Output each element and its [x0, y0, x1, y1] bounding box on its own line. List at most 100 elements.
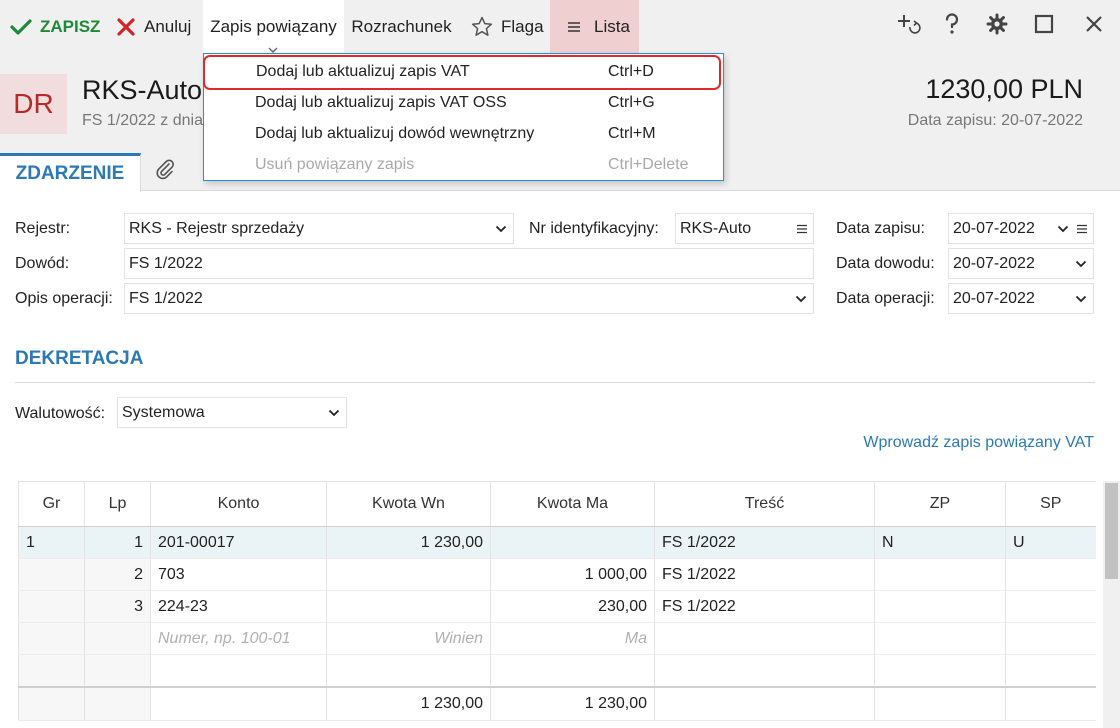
settlement-label: Rozrachunek	[351, 16, 452, 36]
proof-field[interactable]: FS 1/2022	[124, 248, 814, 279]
cell-debit[interactable]	[326, 590, 491, 623]
account-input[interactable]: Numer, np. 100-01	[150, 622, 327, 655]
proof-date-field[interactable]: 20-07-2022	[948, 248, 1094, 279]
tab-event[interactable]: ZDARZENIE	[0, 153, 141, 192]
column-header-gr[interactable]: Gr	[18, 481, 85, 527]
cell-gr[interactable]: 1	[18, 526, 85, 559]
cell-lp	[84, 685, 151, 721]
flag-button[interactable]: Flaga	[459, 0, 550, 53]
cell-sp[interactable]	[1005, 622, 1096, 655]
cell-zp[interactable]: N	[874, 526, 1006, 559]
linked-record-button[interactable]: Zapis powiązany	[203, 0, 344, 53]
cell-lp[interactable]: 3	[84, 590, 151, 623]
operation-date-label: Data operacji:	[836, 290, 935, 307]
operation-date-field[interactable]: 20-07-2022	[948, 283, 1094, 314]
cell-debit	[326, 654, 491, 687]
add-linked-icon	[895, 12, 921, 41]
list-icon[interactable]	[1071, 224, 1093, 234]
star-icon	[471, 16, 493, 37]
cell-gr	[18, 654, 85, 687]
column-header-content[interactable]: Treść	[654, 481, 875, 527]
table-header-row: Gr Lp Konto Kwota Wn Kwota Ma Treść ZP S…	[18, 481, 1096, 527]
cell-content[interactable]: FS 1/2022	[654, 590, 875, 623]
menu-item-add-internal-proof[interactable]: Dodaj lub aktualizuj dowód wewnętrzny Ct…	[204, 119, 723, 150]
column-header-zp[interactable]: ZP	[874, 481, 1006, 527]
currency-value: Systemowa	[122, 403, 205, 421]
cell-zp[interactable]	[874, 590, 1006, 623]
cell-debit[interactable]: 1 230,00	[326, 526, 491, 559]
id-number-field[interactable]: RKS-Auto	[675, 213, 814, 244]
column-header-lp[interactable]: Lp	[84, 481, 151, 527]
vertical-scrollbar[interactable]	[1103, 481, 1120, 728]
cell-content[interactable]	[654, 622, 875, 655]
table-row[interactable]: 3 224-23 230,00 FS 1/2022	[18, 590, 1096, 623]
maximize-button[interactable]	[1020, 0, 1068, 53]
register-select[interactable]: RKS - Rejestr sprzedaży	[124, 213, 514, 244]
cell-lp[interactable]	[84, 622, 151, 655]
add-linked-button[interactable]	[884, 0, 932, 53]
cell-gr[interactable]	[18, 590, 85, 623]
debit-input[interactable]: Winien	[326, 622, 491, 655]
list-icon[interactable]	[791, 224, 813, 234]
column-header-debit[interactable]: Kwota Wn	[326, 481, 491, 527]
cell-gr	[18, 685, 85, 721]
menu-item-add-vat-oss-record[interactable]: Dodaj lub aktualizuj zapis VAT OSS Ctrl+…	[204, 88, 723, 119]
scrollbar-thumb[interactable]	[1105, 483, 1118, 579]
section-divider	[15, 382, 1095, 383]
column-header-sp[interactable]: SP	[1005, 481, 1096, 527]
cell-zp[interactable]	[874, 558, 1006, 591]
settings-button[interactable]	[973, 0, 1021, 53]
description-select[interactable]: FS 1/2022	[124, 283, 814, 314]
cell-account	[150, 654, 327, 687]
new-entry-row[interactable]: Numer, np. 100-01 Winien Ma	[18, 622, 1096, 655]
save-button[interactable]: ZAPISZ	[0, 0, 107, 53]
check-icon	[10, 18, 32, 36]
chevron-down-icon[interactable]	[1069, 295, 1093, 303]
cell-debit[interactable]	[326, 558, 491, 591]
menu-item-shortcut: Ctrl+G	[608, 94, 655, 111]
cell-lp[interactable]: 2	[84, 558, 151, 591]
column-header-credit[interactable]: Kwota Ma	[490, 481, 655, 527]
cell-content[interactable]: FS 1/2022	[654, 558, 875, 591]
cell-credit	[490, 654, 655, 687]
list-label: Lista	[594, 16, 630, 36]
list-button[interactable]: Lista	[550, 0, 639, 53]
cell-content[interactable]: FS 1/2022	[654, 526, 875, 559]
table-row[interactable]: 2 703 1 000,00 FS 1/2022	[18, 558, 1096, 591]
cell-account[interactable]: 703	[150, 558, 327, 591]
cell-sp[interactable]: U	[1005, 526, 1096, 559]
chevron-down-icon	[789, 295, 813, 303]
cell-sp[interactable]	[1005, 590, 1096, 623]
cell-lp[interactable]: 1	[84, 526, 151, 559]
column-header-account[interactable]: Konto	[150, 481, 327, 527]
cancel-button[interactable]: Anuluj	[107, 0, 203, 53]
cell-sp[interactable]	[1005, 558, 1096, 591]
vat-linked-record-link[interactable]: Wprowadź zapis powiązany VAT	[863, 434, 1094, 452]
settlement-button[interactable]: Rozrachunek	[344, 0, 459, 53]
cell-gr[interactable]	[18, 622, 85, 655]
help-button[interactable]	[928, 0, 976, 53]
help-icon	[944, 13, 960, 40]
cell-credit[interactable]	[490, 526, 655, 559]
cell-credit[interactable]: 1 000,00	[490, 558, 655, 591]
close-window-button[interactable]	[1070, 0, 1118, 53]
menu-item-add-vat-record[interactable]: Dodaj lub aktualizuj zapis VAT Ctrl+D	[203, 55, 721, 90]
tab-attachments[interactable]	[150, 158, 180, 186]
description-label: Opis operacji:	[15, 290, 113, 307]
credit-input[interactable]: Ma	[490, 622, 655, 655]
chevron-down-icon[interactable]	[1069, 260, 1093, 268]
cell-account[interactable]: 201-00017	[150, 526, 327, 559]
save-label: ZAPISZ	[40, 16, 101, 36]
cell-zp[interactable]	[874, 622, 1006, 655]
cell-zp	[874, 654, 1006, 687]
chevron-down-icon[interactable]	[1055, 225, 1071, 233]
cell-credit[interactable]: 230,00	[490, 590, 655, 623]
proof-label: Dowód:	[15, 255, 70, 272]
currency-select[interactable]: Systemowa	[117, 397, 347, 428]
table-row[interactable]: 1 1 201-00017 1 230,00 FS 1/2022 N U	[18, 526, 1096, 559]
chevron-down-icon	[322, 409, 346, 417]
cell-gr[interactable]	[18, 558, 85, 591]
cell-account[interactable]: 224-23	[150, 590, 327, 623]
close-icon	[1084, 14, 1104, 39]
record-date-field[interactable]: 20-07-2022	[948, 213, 1094, 244]
